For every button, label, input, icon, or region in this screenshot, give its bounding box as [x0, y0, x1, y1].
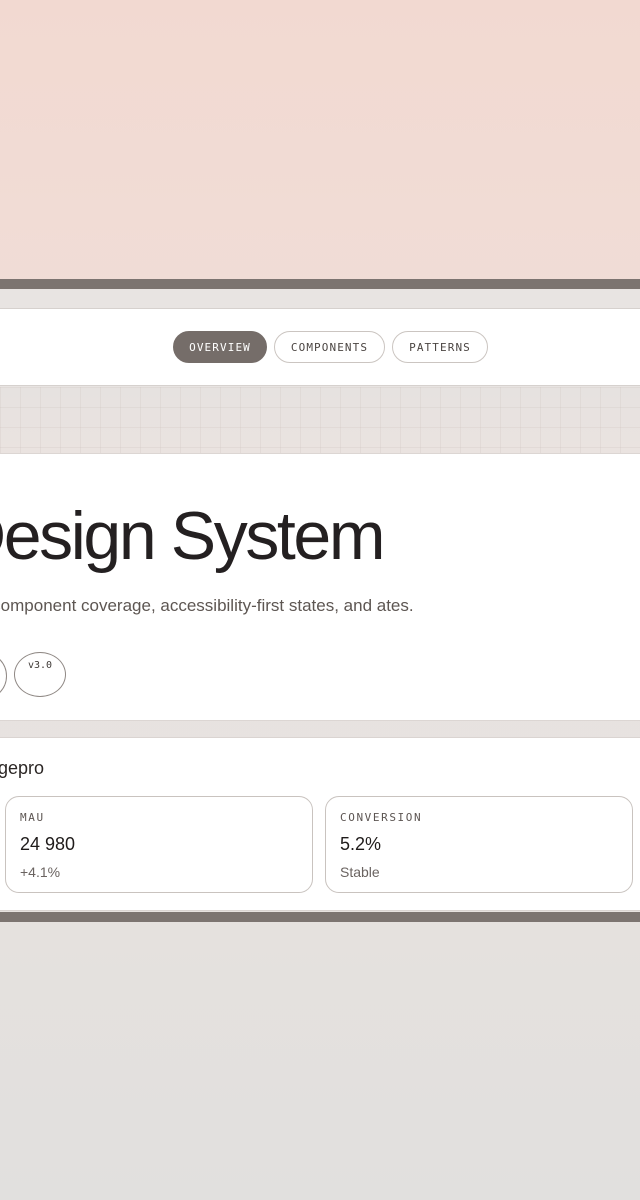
tab-patterns[interactable]: PATTERNS — [392, 331, 488, 363]
stat-label: MAU — [20, 811, 45, 824]
stats-heading: rgepro — [0, 758, 45, 778]
tab-overview[interactable]: OVERVIEW — [173, 331, 267, 363]
stat-value: 5.2% — [340, 834, 382, 854]
nav-tab-group: OVERVIEW COMPONENTS PATTERNS — [173, 331, 488, 363]
top-frame-divider — [0, 279, 640, 289]
stat-card-conversion: CONVERSION 5.2% Stable — [325, 796, 633, 893]
stat-change: Stable — [340, 864, 380, 880]
stat-value: 24 980 — [20, 834, 76, 854]
tab-components[interactable]: COMPONENTS — [274, 331, 385, 363]
hero-description: n component coverage, accessibility-firs… — [0, 596, 414, 615]
app-shell: OVERVIEW COMPONENTS PATTERNS Design Syst… — [0, 289, 640, 912]
hero-section: Design System n component coverage, acce… — [0, 453, 640, 721]
status-badge — [0, 652, 7, 700]
top-navigation: OVERVIEW COMPONENTS PATTERNS — [0, 308, 640, 386]
stat-change: +4.1% — [20, 864, 61, 880]
bottom-frame-divider — [0, 912, 640, 922]
stat-card-mau: MAU 24 980 +4.1% — [5, 796, 313, 893]
badge-row: v3.0 — [0, 652, 100, 700]
stats-panel: rgepro MAU 24 980 +4.1% CONVERSION 5.2% … — [0, 737, 640, 911]
stat-label: CONVERSION — [340, 811, 423, 824]
version-badge: v3.0 — [14, 652, 66, 697]
grid-background-band — [0, 387, 640, 453]
page-title: Design System — [0, 498, 385, 574]
